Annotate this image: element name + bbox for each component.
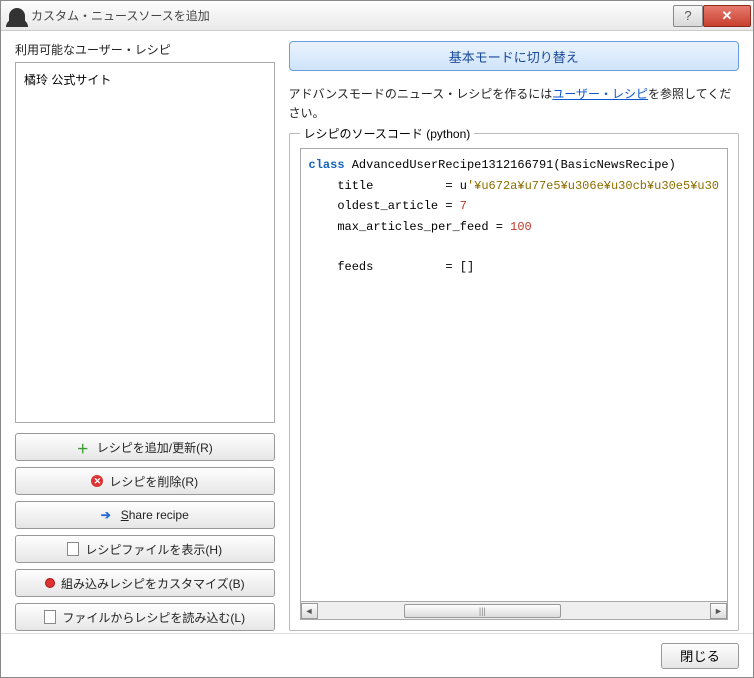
code-classname: AdvancedUserRecipe1312166791 — [352, 158, 554, 172]
recipe-list[interactable]: 橘玲 公式サイト — [15, 62, 275, 423]
code-baseclass: BasicNewsRecipe — [561, 158, 669, 172]
bulb-icon — [45, 578, 55, 588]
left-buttons: ＋ レシピを追加/更新(R) ✕ レシピを削除(R) ➔ Share recip… — [15, 433, 275, 631]
content-area: 利用可能なユーザー・レシピ 橘玲 公式サイト ＋ レシピを追加/更新(R) ✕ … — [1, 31, 753, 631]
source-code-editor[interactable]: class AdvancedUserRecipe1312166791(Basic… — [300, 148, 728, 602]
titlebar: カスタム・ニュースソースを追加 ? ✕ — [1, 1, 753, 31]
add-recipe-label: レシピを追加/更新(R) — [97, 439, 213, 456]
document-icon — [67, 542, 79, 556]
info-text: アドバンスモードのニュース・レシピを作るにはユーザー・レシピを参照してください。 — [289, 85, 739, 123]
code-title-val: '¥u672a¥u77e5¥u306e¥u30cb¥u30e5¥u30 — [467, 179, 719, 193]
code-feeds: [] — [460, 260, 474, 274]
scroll-track[interactable]: ||| — [318, 603, 710, 619]
list-item[interactable]: 橘玲 公式サイト — [24, 69, 266, 90]
left-pane: 利用可能なユーザー・レシピ 橘玲 公式サイト ＋ レシピを追加/更新(R) ✕ … — [15, 41, 275, 631]
switch-mode-button[interactable]: 基本モードに切り替え — [289, 41, 739, 71]
dialog-footer: 閉じる — [1, 633, 753, 677]
close-button[interactable]: 閉じる — [661, 643, 739, 669]
load-from-file-button[interactable]: ファイルからレシピを読み込む(L) — [15, 603, 275, 631]
show-recipe-file-button[interactable]: レシピファイルを表示(H) — [15, 535, 275, 563]
plus-icon: ＋ — [77, 440, 91, 454]
delete-recipe-button[interactable]: ✕ レシピを削除(R) — [15, 467, 275, 495]
scroll-left-arrow[interactable]: ◄ — [301, 603, 318, 619]
add-recipe-button[interactable]: ＋ レシピを追加/更新(R) — [15, 433, 275, 461]
recipe-list-label: 利用可能なユーザー・レシピ — [15, 41, 275, 58]
load-from-file-label: ファイルからレシピを読み込む(L) — [62, 609, 245, 626]
source-code-legend: レシピのソースコード (python) — [300, 125, 475, 142]
right-pane: 基本モードに切り替え アドバンスモードのニュース・レシピを作るにはユーザー・レシ… — [289, 41, 739, 631]
scroll-right-arrow[interactable]: ► — [710, 603, 727, 619]
user-recipe-link[interactable]: ユーザー・レシピ — [552, 87, 648, 101]
customize-builtin-label: 組み込みレシピをカスタマイズ(B) — [61, 575, 245, 592]
window-title: カスタム・ニュースソースを追加 — [31, 7, 673, 24]
info-pre: アドバンスモードのニュース・レシピを作るには — [289, 87, 553, 101]
x-icon: ✕ — [91, 475, 103, 487]
app-icon — [9, 8, 25, 24]
customize-builtin-button[interactable]: 組み込みレシピをカスタマイズ(B) — [15, 569, 275, 597]
arrow-right-icon: ➔ — [101, 508, 115, 522]
code-oldest: 7 — [460, 199, 467, 213]
scroll-thumb[interactable]: ||| — [404, 604, 561, 618]
show-recipe-file-label: レシピファイルを表示(H) — [85, 541, 222, 558]
window-close-button[interactable]: ✕ — [703, 5, 751, 27]
code-maxarticles: 100 — [510, 220, 532, 234]
delete-recipe-label: レシピを削除(R) — [109, 473, 198, 490]
help-button[interactable]: ? — [673, 5, 703, 27]
source-code-group: レシピのソースコード (python) class AdvancedUserRe… — [289, 133, 739, 631]
page-icon — [44, 610, 56, 624]
share-recipe-button[interactable]: ➔ Share recipe — [15, 501, 275, 529]
horizontal-scrollbar[interactable]: ◄ ||| ► — [300, 602, 728, 620]
dialog-window: カスタム・ニュースソースを追加 ? ✕ 利用可能なユーザー・レシピ 橘玲 公式サ… — [0, 0, 754, 678]
window-buttons: ? ✕ — [673, 5, 751, 27]
share-recipe-label: Share recipe — [121, 508, 189, 522]
